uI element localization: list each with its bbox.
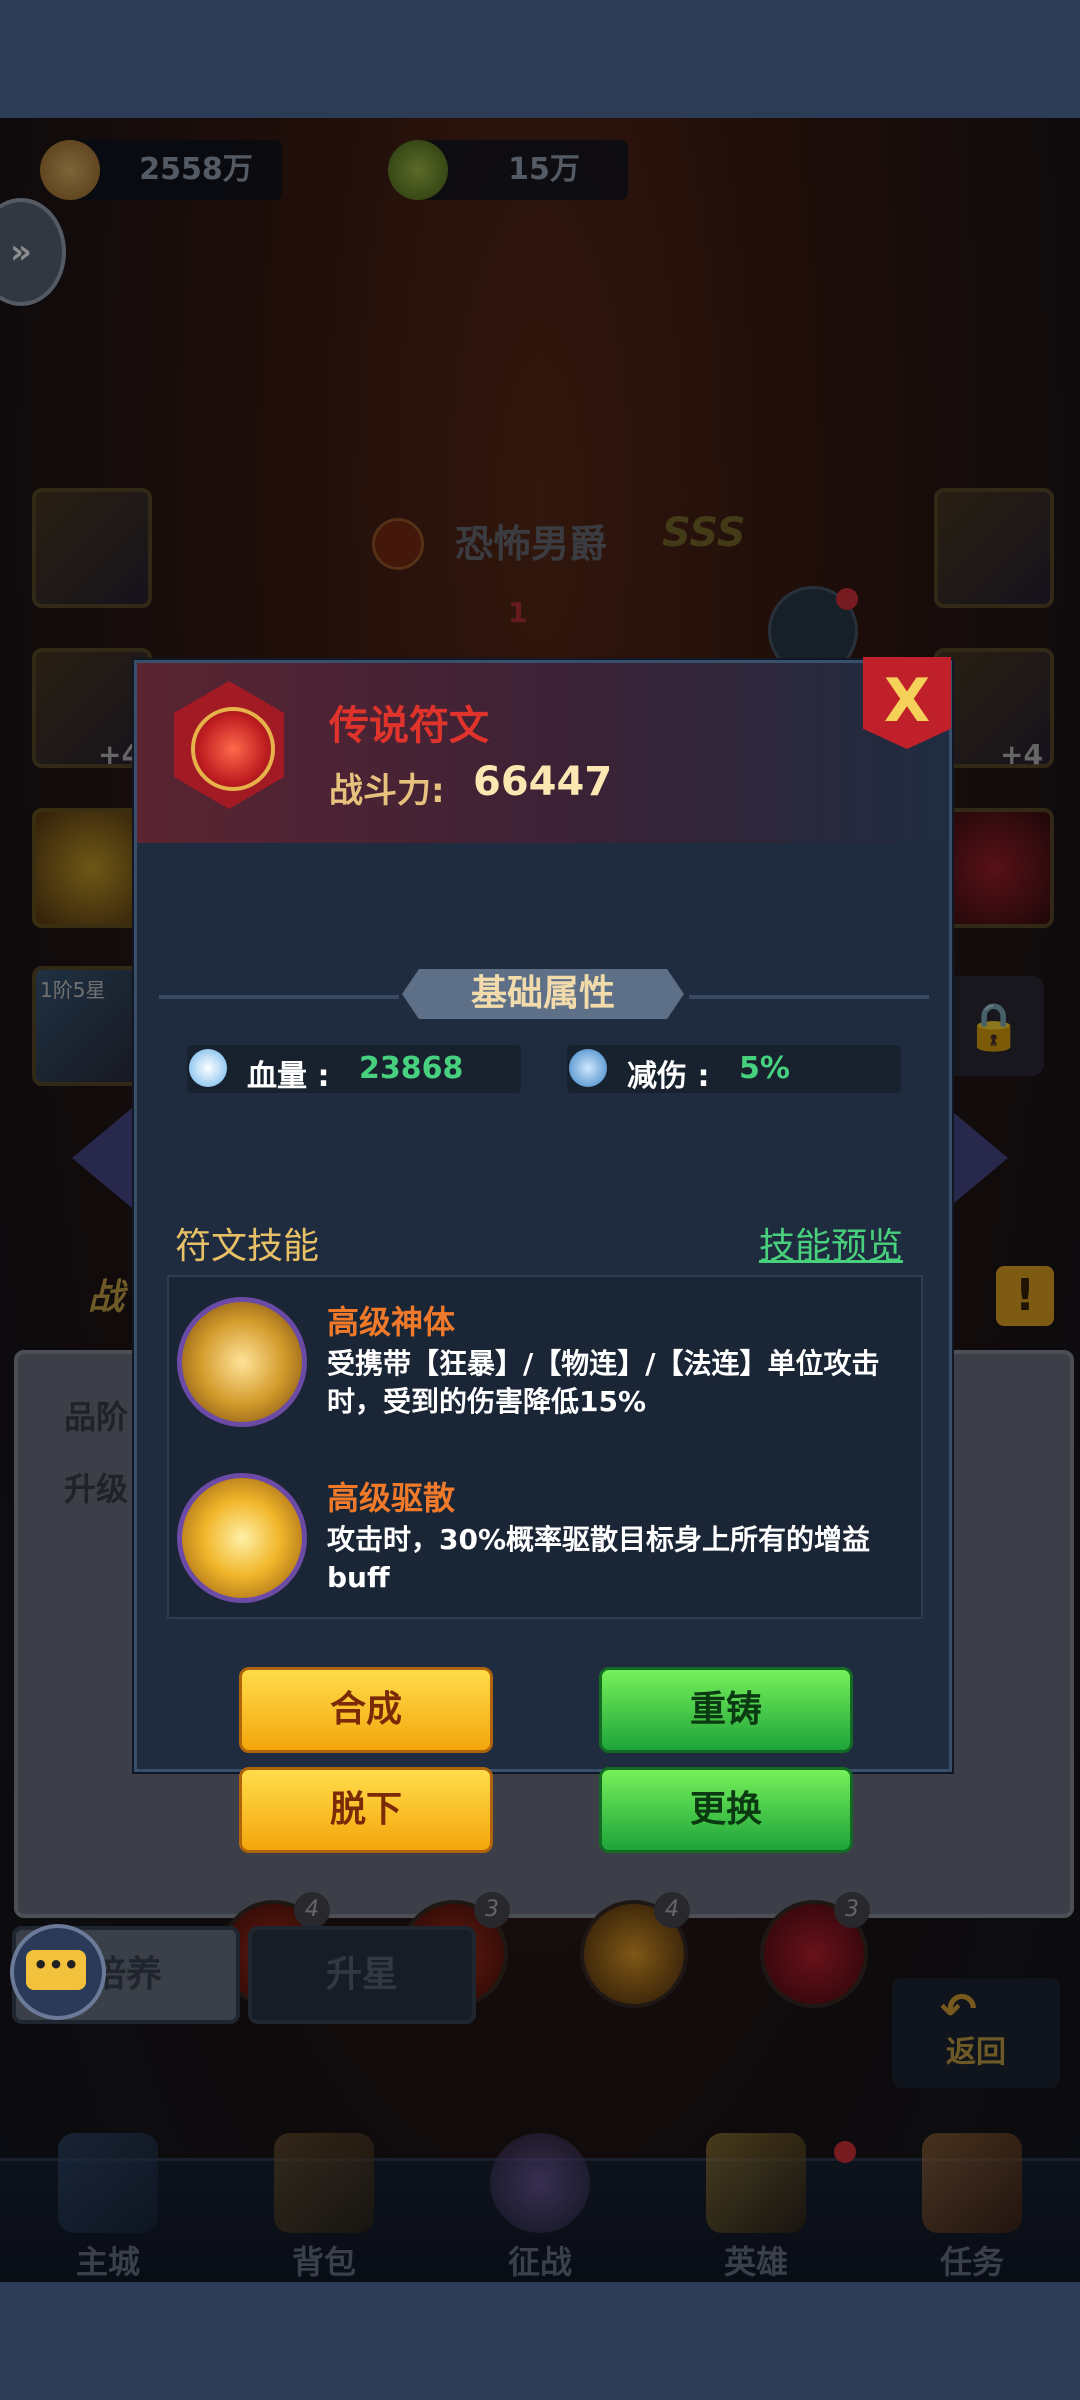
chat-bubble-icon: ••• <box>26 1950 86 1990</box>
compose-button[interactable]: 合成 <box>239 1667 493 1753</box>
attr-hp-label: 血量 : <box>247 1059 330 1094</box>
attr-dr-label: 减伤 : <box>627 1059 710 1094</box>
legend-rune-icon <box>165 681 293 809</box>
skills-title: 符文技能 <box>175 1226 320 1267</box>
attr-dr-box <box>567 1045 901 1093</box>
attr-hp-value: 23868 <box>359 1051 464 1086</box>
unequip-button[interactable]: 脱下 <box>239 1767 493 1853</box>
section-divider-left <box>159 995 399 999</box>
section-divider-right <box>689 995 929 999</box>
skill-name-1: 高级神体 <box>327 1303 456 1341</box>
skill-name-2: 高级驱散 <box>327 1479 456 1517</box>
system-status-bar <box>0 0 1080 118</box>
recast-button[interactable]: 重铸 <box>599 1667 853 1753</box>
chat-button[interactable]: ••• <box>10 1924 106 2020</box>
power-label: 战斗力: <box>329 771 445 811</box>
skills-list: 高级神体 受携带【狂暴】/【物连】/【法连】单位攻击时，受到的伤害降低15% 高… <box>167 1275 923 1619</box>
section-title: 基础属性 <box>402 969 684 1019</box>
divine-body-icon[interactable] <box>177 1297 307 1427</box>
rune-title: 传说符文 <box>329 703 489 749</box>
game-screen: 2558万 15万 » 恐怖男爵 SSS 1 +4 1阶5星 +4 🔒 战 ! … <box>0 118 1080 2282</box>
replace-button[interactable]: 更换 <box>599 1767 853 1853</box>
skills-preview-link[interactable]: 技能预览 <box>759 1217 903 1269</box>
close-icon: X <box>883 666 931 736</box>
attr-hp-box <box>187 1045 521 1093</box>
attr-dr-value: 5% <box>739 1051 790 1086</box>
skill-desc-2: 攻击时，30%概率驱散目标身上所有的增益buff <box>327 1523 871 1594</box>
power-value: 66447 <box>473 759 613 805</box>
heart-gem-icon <box>189 1049 227 1087</box>
dispel-icon[interactable] <box>177 1473 307 1603</box>
system-navigation-bar <box>0 2282 1080 2400</box>
shield-gem-icon <box>569 1049 607 1087</box>
rune-detail-modal: 传说符文 战斗力: 66447 X 基础属性 血量 : 23868 减伤 : 5… <box>134 657 952 1853</box>
skill-desc-1: 受携带【狂暴】/【物连】/【法连】单位攻击时，受到的伤害降低15% <box>327 1347 880 1418</box>
